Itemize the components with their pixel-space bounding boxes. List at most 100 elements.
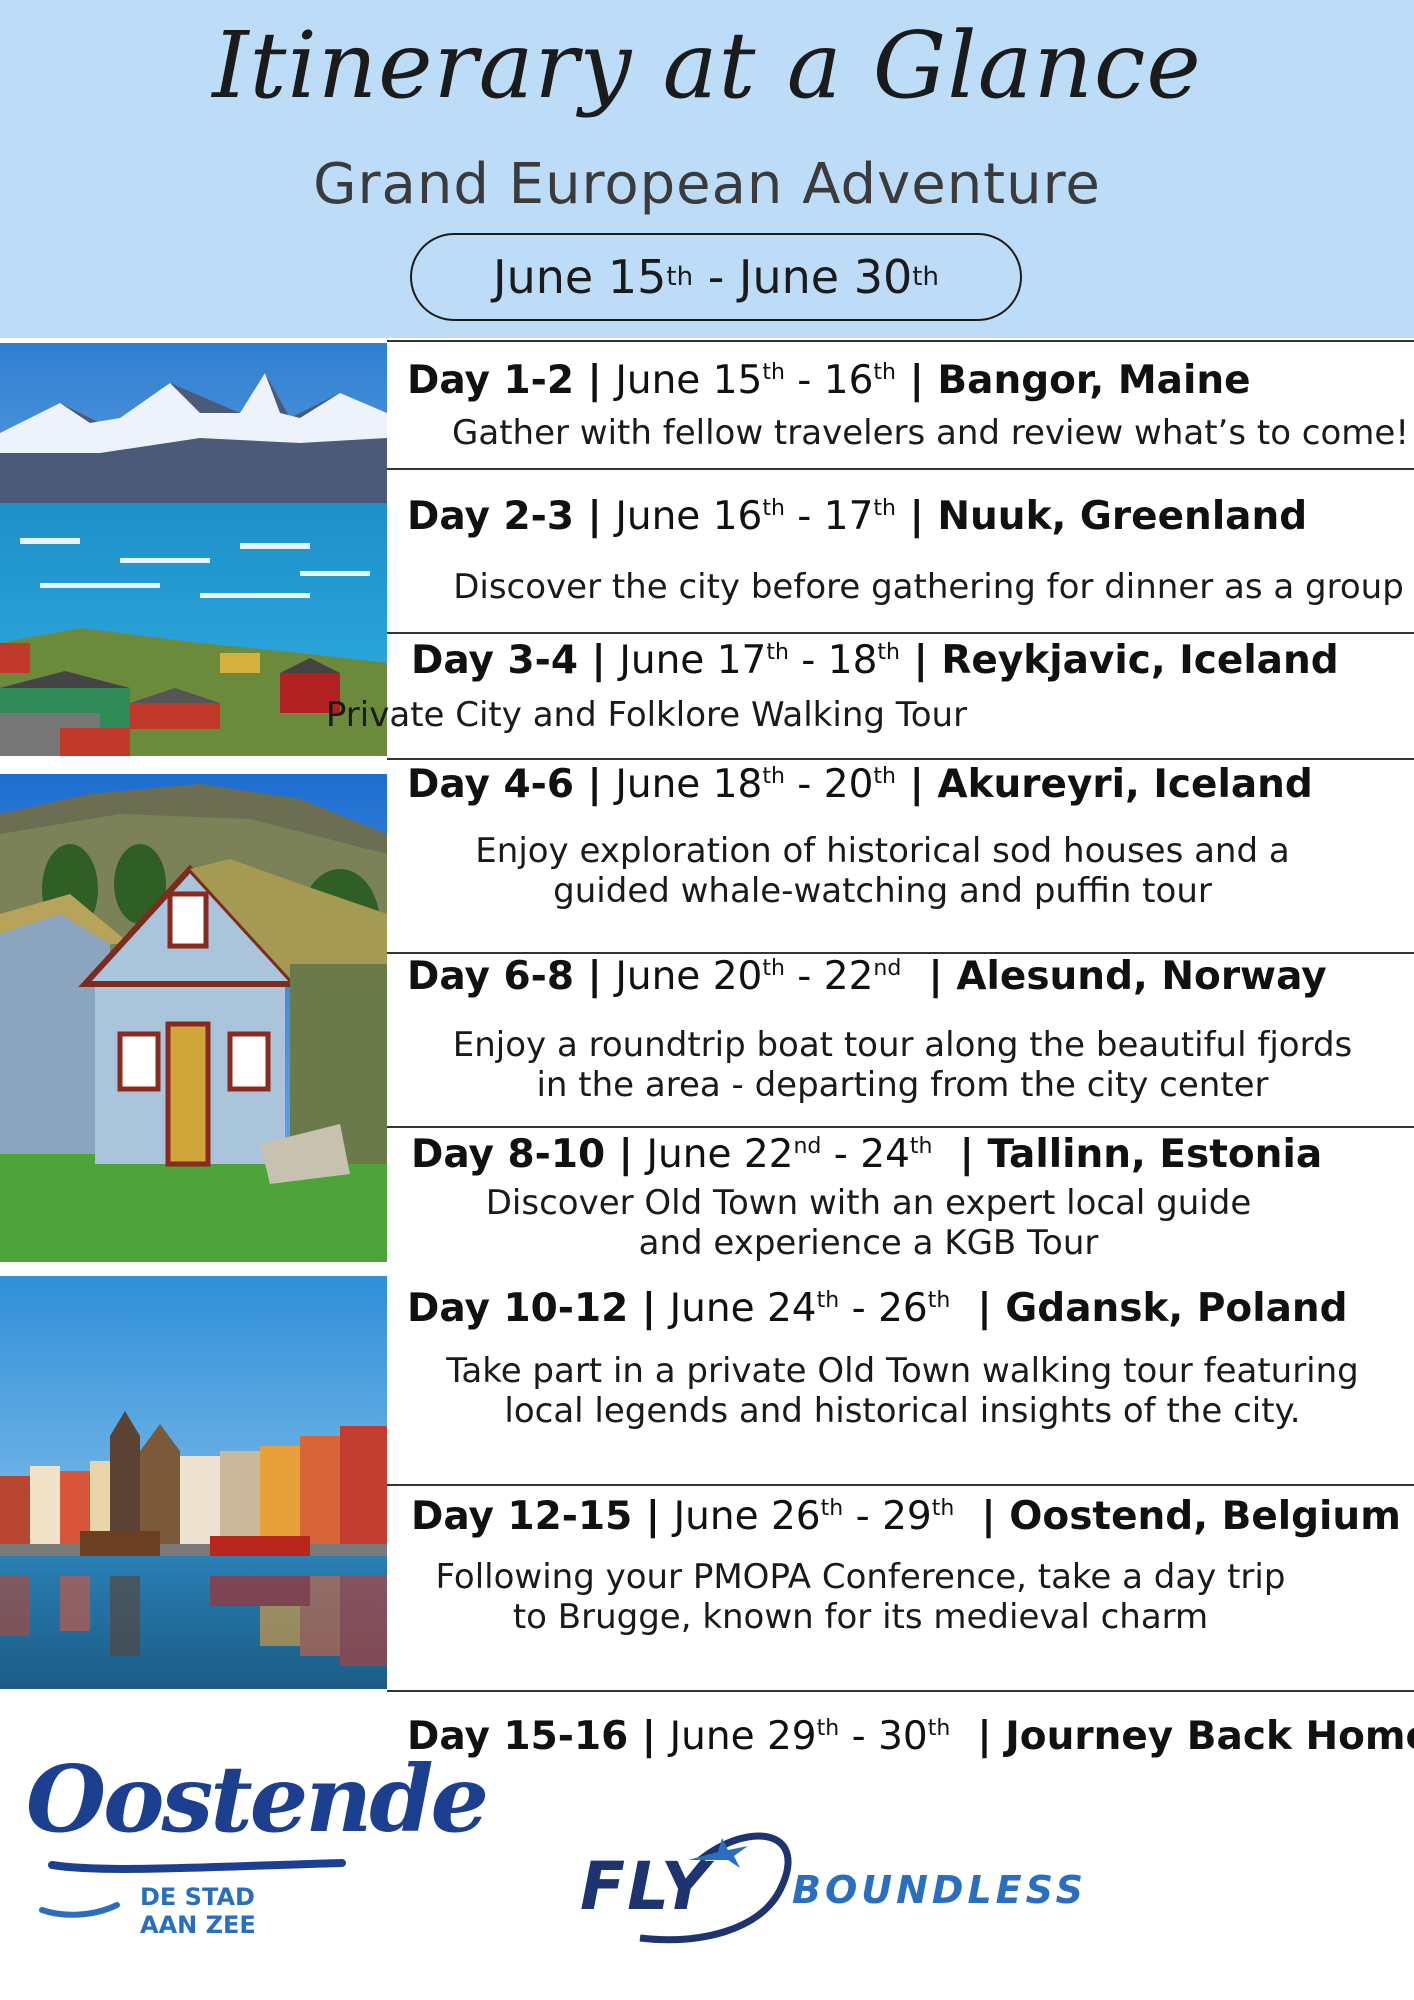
- start-suffix: th: [820, 1496, 844, 1521]
- start-suffix: nd: [793, 1134, 822, 1159]
- start-date: June 20: [615, 954, 763, 999]
- row-description: Private City and Folklore Walking Tour: [325, 695, 968, 735]
- row-heading: Day 15-16 | June 29th - 30th | Journey B…: [407, 1714, 1414, 1759]
- day-range: Day 12-15: [411, 1494, 633, 1539]
- date-separator: -: [693, 250, 739, 304]
- end-date: 17: [823, 494, 874, 539]
- end-suffix: th: [873, 360, 896, 385]
- end-suffix: nd: [873, 956, 902, 981]
- row-heading: Day 4-6 | June 18th - 20th | Akureyri, I…: [407, 762, 1313, 807]
- page-title: Itinerary at a Glance: [212, 12, 1202, 119]
- start-suffix: th: [666, 262, 694, 292]
- itinerary-row-6: Day 8-10 | June 22nd - 24th | Tallinn, E…: [387, 1126, 1414, 1276]
- end-date: 20: [823, 762, 874, 807]
- end-day: 30: [853, 250, 913, 304]
- itinerary-row-4: Day 4-6 | June 18th - 20th | Akureyri, I…: [387, 758, 1414, 952]
- end-date: 22: [823, 954, 874, 999]
- row-heading: Day 3-4 | June 17th - 18th | Reykjavic, …: [411, 638, 1339, 683]
- end-date: 18: [827, 638, 878, 683]
- gdansk-harbor-photo: [0, 1276, 387, 1689]
- flyboundless-logo: FLY BOUNDLESS: [580, 1820, 1200, 1960]
- destination: Alesund, Norway: [956, 954, 1327, 999]
- start-suffix: th: [762, 496, 785, 521]
- row-description-line-2: guided whale-watching and puffin tour: [553, 871, 1212, 911]
- destination: Bangor, Maine: [937, 358, 1251, 403]
- row-description-line-2: local legends and historical insights of…: [504, 1391, 1301, 1431]
- end-suffix: th: [877, 640, 900, 665]
- start-date: June 26: [673, 1494, 821, 1539]
- end-date: 24: [860, 1132, 910, 1177]
- row-description: Discover the city before gathering for d…: [453, 567, 1404, 607]
- row-description-line-2: in the area - departing from the city ce…: [536, 1065, 1269, 1105]
- row-description-line-1: Discover Old Town with an expert local g…: [485, 1183, 1252, 1223]
- tagline-line-1: DE STAD: [140, 1883, 255, 1911]
- destination: Journey Back Home: [1005, 1714, 1414, 1759]
- destination: Akureyri, Iceland: [937, 762, 1313, 807]
- end-month: June: [738, 250, 840, 304]
- iceland-sod-house-photo: [0, 774, 387, 1262]
- oostende-wordmark: Oostende: [26, 1745, 489, 1853]
- trip-date-range: June 15th - June 30th: [410, 233, 1022, 321]
- row-heading: Day 2-3 | June 16th - 17th | Nuuk, Green…: [407, 494, 1308, 539]
- itinerary-row-3: Day 3-4 | June 17th - 18th | Reykjavic, …: [326, 632, 1414, 758]
- tagline-line-2: AAN ZEE: [140, 1911, 256, 1939]
- end-date: 30: [878, 1714, 928, 1759]
- itinerary-row-8: Day 12-15 | June 26th - 29th | Oostend, …: [387, 1484, 1414, 1690]
- start-suffix: th: [762, 360, 785, 385]
- start-suffix: th: [816, 1716, 840, 1741]
- row-heading: Day 10-12 | June 24th - 26th | Gdansk, P…: [407, 1286, 1348, 1331]
- end-suffix: th: [909, 1134, 933, 1159]
- row-description-line-1: Following your PMOPA Conference, take a …: [435, 1557, 1286, 1597]
- destination: Gdansk, Poland: [1005, 1286, 1348, 1331]
- itinerary-row-9: Day 15-16 | June 29th - 30th | Journey B…: [387, 1690, 1414, 1760]
- start-day: 15: [607, 250, 667, 304]
- day-range: Day 8-10: [411, 1132, 606, 1177]
- start-date: June 24: [669, 1286, 817, 1331]
- itinerary-row-2: Day 2-3 | June 16th - 17th | Nuuk, Green…: [387, 468, 1414, 632]
- fly-wordmark: FLY: [580, 1848, 711, 1925]
- end-date: 29: [882, 1494, 932, 1539]
- end-date: 26: [878, 1286, 928, 1331]
- end-suffix: th: [927, 1716, 951, 1741]
- day-range: Day 4-6: [407, 762, 574, 807]
- row-description-line-1: Enjoy a roundtrip boat tour along the be…: [452, 1025, 1353, 1065]
- destination: Nuuk, Greenland: [937, 494, 1308, 539]
- itinerary-row-1: Day 1-2 | June 15th - 16th | Bangor, Mai…: [387, 340, 1414, 468]
- day-range: Day 3-4: [411, 638, 578, 683]
- end-date: 16: [823, 358, 874, 403]
- end-suffix: th: [931, 1496, 955, 1521]
- start-date: June 17: [619, 638, 767, 683]
- destination: Tallinn, Estonia: [987, 1132, 1323, 1177]
- start-date: June 18: [615, 762, 763, 807]
- start-suffix: th: [762, 764, 785, 789]
- end-suffix: th: [927, 1288, 951, 1313]
- row-description-line-1: Take part in a private Old Town walking …: [446, 1351, 1359, 1391]
- itinerary-row-7: Day 10-12 | June 24th - 26th | Gdansk, P…: [387, 1276, 1414, 1484]
- start-month: June: [493, 250, 594, 304]
- start-date: June 15: [615, 358, 763, 403]
- destination: Reykjavic, Iceland: [941, 638, 1339, 683]
- row-description-line-2: and experience a KGB Tour: [638, 1223, 1099, 1263]
- day-range: Day 2-3: [407, 494, 574, 539]
- day-range: Day 1-2: [407, 358, 574, 403]
- oostende-tagline: DE STAD AAN ZEE: [140, 1883, 256, 1939]
- start-date: June 16: [615, 494, 763, 539]
- destination: Oostend, Belgium: [1009, 1494, 1401, 1539]
- row-heading: Day 12-15 | June 26th - 29th | Oostend, …: [411, 1494, 1401, 1539]
- start-date: June 29: [669, 1714, 817, 1759]
- row-description-line-1: Enjoy exploration of historical sod hous…: [475, 831, 1290, 871]
- end-suffix: th: [912, 262, 939, 292]
- start-date: June 22: [646, 1132, 794, 1177]
- end-suffix: th: [873, 496, 896, 521]
- oostende-logo: Oostende DE STAD AAN ZEE: [22, 1745, 489, 1955]
- day-range: Day 6-8: [407, 954, 574, 999]
- row-heading: Day 8-10 | June 22nd - 24th | Tallinn, E…: [411, 1132, 1323, 1177]
- boundless-wordmark: BOUNDLESS: [792, 1868, 1088, 1912]
- start-suffix: th: [766, 640, 789, 665]
- header-banner: Itinerary at a Glance Grand European Adv…: [0, 0, 1414, 338]
- start-suffix: th: [762, 956, 785, 981]
- start-suffix: th: [816, 1288, 840, 1313]
- row-heading: Day 6-8 | June 20th - 22nd | Alesund, No…: [407, 954, 1327, 999]
- itinerary-row-5: Day 6-8 | June 20th - 22nd | Alesund, No…: [387, 952, 1414, 1126]
- trip-subtitle: Grand European Adventure: [313, 152, 1101, 217]
